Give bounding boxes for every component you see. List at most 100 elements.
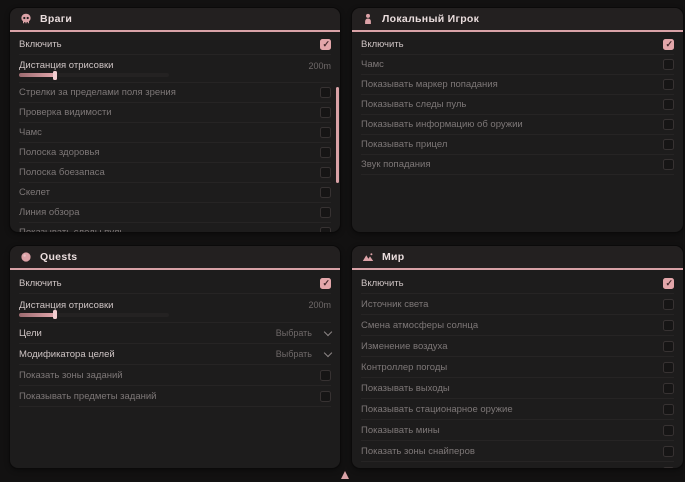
setting-label: Скелет bbox=[19, 187, 50, 198]
slider-thumb[interactable] bbox=[53, 310, 57, 319]
slider-thumb[interactable] bbox=[53, 71, 57, 80]
person-icon bbox=[362, 13, 374, 25]
setting-label: Показывать мины bbox=[361, 425, 440, 436]
setting-row-checkbox: Показать зоны снайперов bbox=[361, 441, 674, 462]
setting-row-checkbox: Чамс bbox=[361, 55, 674, 75]
checkbox[interactable] bbox=[320, 147, 331, 158]
setting-row-checkbox: Включить bbox=[361, 35, 674, 55]
panel-title: Враги bbox=[40, 13, 72, 25]
setting-row-checkbox: Полоска боезапаса bbox=[19, 163, 331, 183]
setting-label: Контроллер погоды bbox=[361, 362, 447, 373]
checkbox[interactable] bbox=[320, 87, 331, 98]
setting-label: Цели bbox=[19, 328, 42, 339]
panel-header[interactable]: Локальный Игрок bbox=[352, 8, 683, 32]
checkbox[interactable] bbox=[663, 119, 674, 130]
setting-label: Включить bbox=[19, 278, 62, 289]
checkbox[interactable] bbox=[663, 341, 674, 352]
checkbox[interactable] bbox=[320, 127, 331, 138]
setting-row-checkbox: Стрелки за пределами поля зрения bbox=[19, 83, 331, 103]
panel-local-player: Локальный Игрок ВключитьЧамсПоказывать м… bbox=[352, 8, 683, 232]
setting-label: Смена атмосферы солнца bbox=[361, 320, 478, 331]
slider[interactable] bbox=[19, 313, 169, 317]
setting-row-checkbox: Показывать выходы bbox=[361, 378, 674, 399]
checkbox[interactable] bbox=[663, 467, 674, 469]
setting-label: Полоска здоровья bbox=[19, 147, 100, 158]
setting-row-checkbox: Проверка видимости bbox=[19, 103, 331, 123]
setting-label: Включить bbox=[19, 39, 62, 50]
checkbox[interactable] bbox=[320, 278, 331, 289]
setting-label: Дистанция отрисовки bbox=[19, 60, 113, 71]
skull-icon bbox=[20, 13, 32, 25]
setting-label: Источник света bbox=[361, 299, 428, 310]
setting-label: Показывать предметы заданий bbox=[19, 391, 156, 402]
checkbox[interactable] bbox=[663, 79, 674, 90]
setting-row-checkbox: Изменение воздуха bbox=[361, 336, 674, 357]
setting-row-checkbox: Контроллер погоды bbox=[361, 357, 674, 378]
setting-row-checkbox: Показывать стационарное оружие bbox=[361, 399, 674, 420]
checkbox[interactable] bbox=[663, 278, 674, 289]
checkbox[interactable] bbox=[320, 391, 331, 402]
setting-label: Показывать следы пуль bbox=[361, 99, 466, 110]
setting-row-checkbox: Чамс bbox=[19, 123, 331, 143]
setting-label: Показать зоны снайперов bbox=[361, 446, 475, 457]
checkbox[interactable] bbox=[320, 227, 331, 232]
setting-row-checkbox: Показывать следы пуль bbox=[19, 223, 331, 232]
checkbox[interactable] bbox=[663, 320, 674, 331]
checkbox[interactable] bbox=[663, 446, 674, 457]
setting-row-checkbox: Включить bbox=[361, 273, 674, 294]
setting-label: Чамс bbox=[361, 59, 384, 70]
panel-body: ВключитьДистанция отрисовки200mСтрелки з… bbox=[10, 32, 340, 232]
setting-label: Проверка видимости bbox=[19, 107, 112, 118]
slider-value: 200m bbox=[308, 300, 331, 310]
setting-label: Показывать информацию об оружии bbox=[361, 119, 523, 130]
slider-fill bbox=[19, 313, 55, 317]
setting-row-dropdown: Модификатора целейВыбрать bbox=[19, 344, 331, 365]
panel-scrollbar[interactable] bbox=[336, 87, 339, 183]
mountain-icon bbox=[362, 251, 374, 263]
dropdown-value: Выбрать bbox=[276, 328, 312, 338]
setting-row-checkbox: Показывать следы пуль bbox=[361, 95, 674, 115]
panel-enemies: Враги ВключитьДистанция отрисовки200mСтр… bbox=[10, 8, 340, 232]
checkbox[interactable] bbox=[663, 362, 674, 373]
dropdown-value: Выбрать bbox=[276, 349, 312, 359]
checkbox[interactable] bbox=[320, 370, 331, 381]
panel-body: Включить Источник света Смена атмосферы со… bbox=[352, 270, 683, 468]
checkbox[interactable] bbox=[320, 187, 331, 198]
setting-label: Чамс bbox=[19, 127, 42, 138]
setting-row-checkbox: Показать зоны заданий bbox=[19, 365, 331, 386]
setting-label: Показать точки выхода bbox=[361, 467, 463, 469]
checkbox[interactable] bbox=[663, 139, 674, 150]
checkbox[interactable] bbox=[663, 425, 674, 436]
checkbox[interactable] bbox=[663, 299, 674, 310]
panel-quests: Quests ВключитьДистанция отрисовки200mЦе… bbox=[10, 246, 340, 468]
setting-row-checkbox: Показывать прицел bbox=[361, 135, 674, 155]
checkbox[interactable] bbox=[663, 404, 674, 415]
panel-header[interactable]: Quests bbox=[10, 246, 340, 270]
dropdown[interactable]: Выбрать bbox=[276, 328, 331, 338]
checkbox[interactable] bbox=[663, 59, 674, 70]
checkbox[interactable] bbox=[320, 207, 331, 218]
quest-icon bbox=[20, 251, 32, 263]
checkbox[interactable] bbox=[320, 167, 331, 178]
checkbox[interactable] bbox=[663, 99, 674, 110]
setting-row-checkbox: Звук попадания bbox=[361, 155, 674, 175]
panel-header[interactable]: Враги bbox=[10, 8, 340, 32]
setting-label: Изменение воздуха bbox=[361, 341, 448, 352]
panel-header[interactable]: Мир bbox=[352, 246, 683, 270]
dropdown[interactable]: Выбрать bbox=[276, 349, 331, 359]
checkbox[interactable] bbox=[663, 159, 674, 170]
setting-row-checkbox: Скелет bbox=[19, 183, 331, 203]
slider[interactable] bbox=[19, 73, 169, 77]
setting-label: Показать зоны заданий bbox=[19, 370, 123, 381]
checkbox[interactable] bbox=[663, 39, 674, 50]
setting-label: Полоска боезапаса bbox=[19, 167, 105, 178]
cursor-icon bbox=[341, 471, 349, 479]
setting-row-checkbox: Полоска здоровья bbox=[19, 143, 331, 163]
checkbox[interactable] bbox=[320, 39, 331, 50]
panel-world: Мир Включить Источник света Смена атмосфер… bbox=[352, 246, 683, 468]
checkbox[interactable] bbox=[663, 383, 674, 394]
setting-label: Показывать стационарное оружие bbox=[361, 404, 513, 415]
checkbox[interactable] bbox=[320, 107, 331, 118]
setting-row-checkbox: Линия обзора bbox=[19, 203, 331, 223]
setting-row-checkbox: Источник света bbox=[361, 294, 674, 315]
